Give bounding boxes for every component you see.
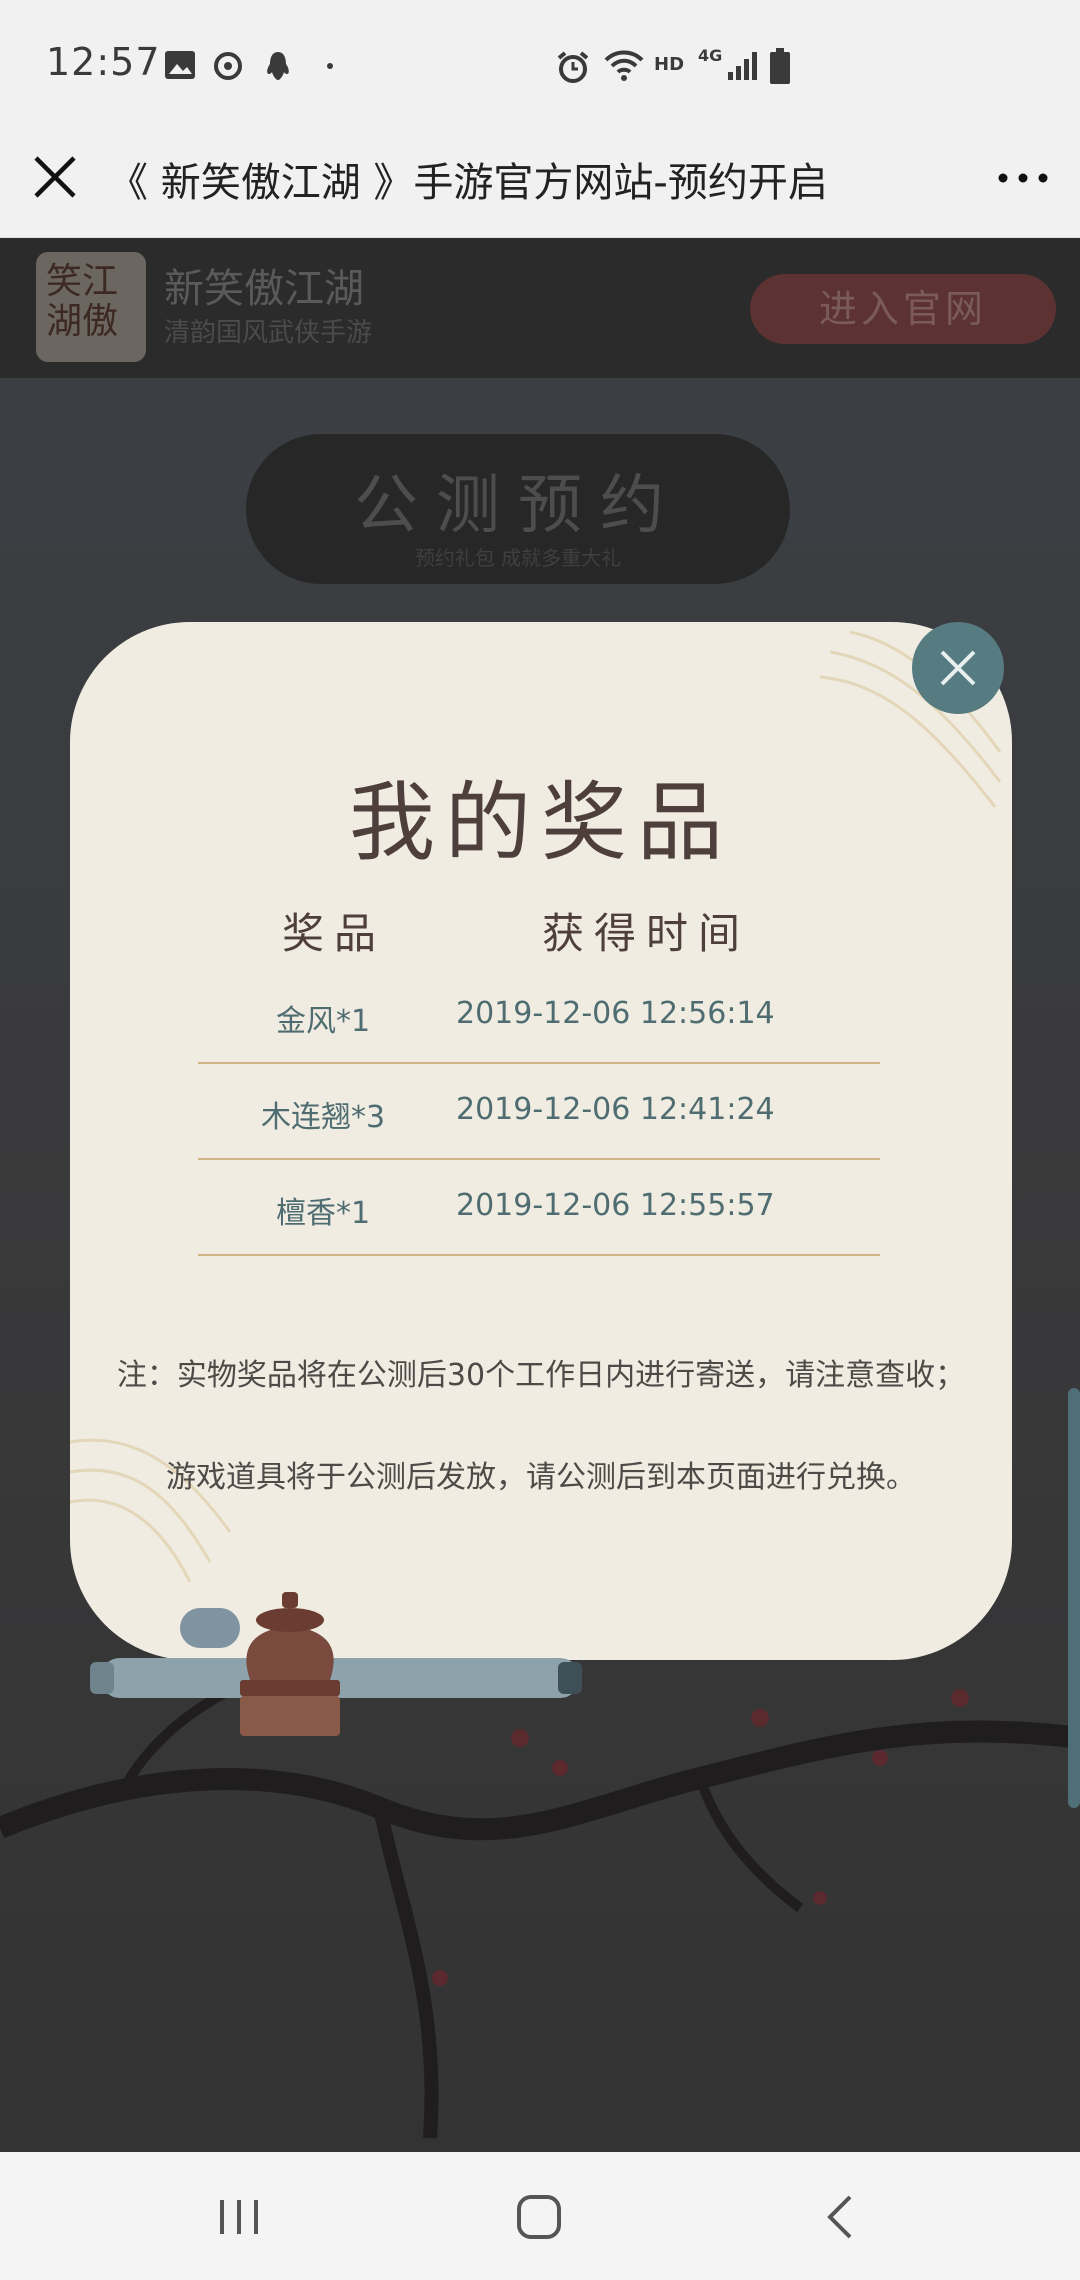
table-row: 木连翘*3 2019-12-06 12:41:24 [198,1064,880,1160]
network-label: HD [654,54,685,75]
more-icon[interactable] [996,160,1050,196]
network-type-label: 4G [698,46,723,65]
scroll-incense-decoration [90,1592,582,1736]
wave-decoration-left [70,1438,232,1582]
battery-icon [770,48,790,84]
signal-icon [728,52,757,80]
prize-name: 木连翘*3 [260,1100,386,1135]
side-scroll-handle[interactable] [1068,1388,1080,1808]
prize-modal: 我的奖品 奖品 获得时间 金风*1 2019-12-06 12:56:14 木连… [70,622,1012,1660]
close-icon [940,650,976,686]
site-logo: 笑江湖傲 [36,252,146,362]
qq-icon [267,52,289,80]
time-column-header: 获得时间 [542,909,751,958]
table-row: 檀香*1 2019-12-06 12:55:57 [198,1160,880,1256]
note-shipping: 注：实物奖品将在公测后30个工作日内进行寄送，请注意查收； [116,1358,966,1393]
note-redeem: 游戏道具将于公测后发放，请公测后到本页面进行兑换。 [166,1460,916,1495]
close-icon[interactable] [30,152,80,202]
prize-name: 金风*1 [275,1004,371,1039]
prize-time: 2019-12-06 12:55:57 [456,1188,775,1223]
back-icon[interactable] [806,2182,876,2252]
prize-time: 2019-12-06 12:41:24 [456,1092,775,1127]
prize-time: 2019-12-06 12:56:14 [456,996,775,1031]
recents-icon[interactable] [204,2182,274,2252]
enter-site-button[interactable]: 进入官网 [750,274,1056,344]
reserve-plate: 公测预约 预约礼包 成就多重大礼 [246,434,790,584]
status-bar: 12:57 HD 4G [0,0,1080,130]
home-icon[interactable] [504,2182,574,2252]
modal-title: 我的奖品 [349,773,733,873]
prize-name: 檀香*1 [275,1196,371,1231]
status-time: 12:57 [46,40,161,84]
alarm-icon [557,51,589,83]
reserve-title: 公测预约 [354,469,682,543]
site-header: 笑江湖傲 新笑傲江湖 清韵国风武侠手游 进入官网 [0,238,1080,378]
reserve-subtitle: 预约礼包 成就多重大礼 [414,546,622,570]
netease-icon [214,52,242,80]
site-name: 新笑傲江湖 [164,266,364,312]
wifi-icon [604,50,644,81]
title-bar: 《 新笑傲江湖 》手游官方网站-预约开启 [0,130,1080,238]
page-title: 《 新笑傲江湖 》手游官方网站-预约开启 [108,160,828,206]
prize-column-header: 奖品 [282,909,387,958]
site-slogan: 清韵国风武侠手游 [164,318,373,348]
nav-bar [0,2152,1080,2280]
dot-icon [327,63,333,69]
modal-close-button[interactable] [912,622,1004,714]
image-icon [165,51,195,79]
table-row: 金风*1 2019-12-06 12:56:14 [198,968,880,1064]
